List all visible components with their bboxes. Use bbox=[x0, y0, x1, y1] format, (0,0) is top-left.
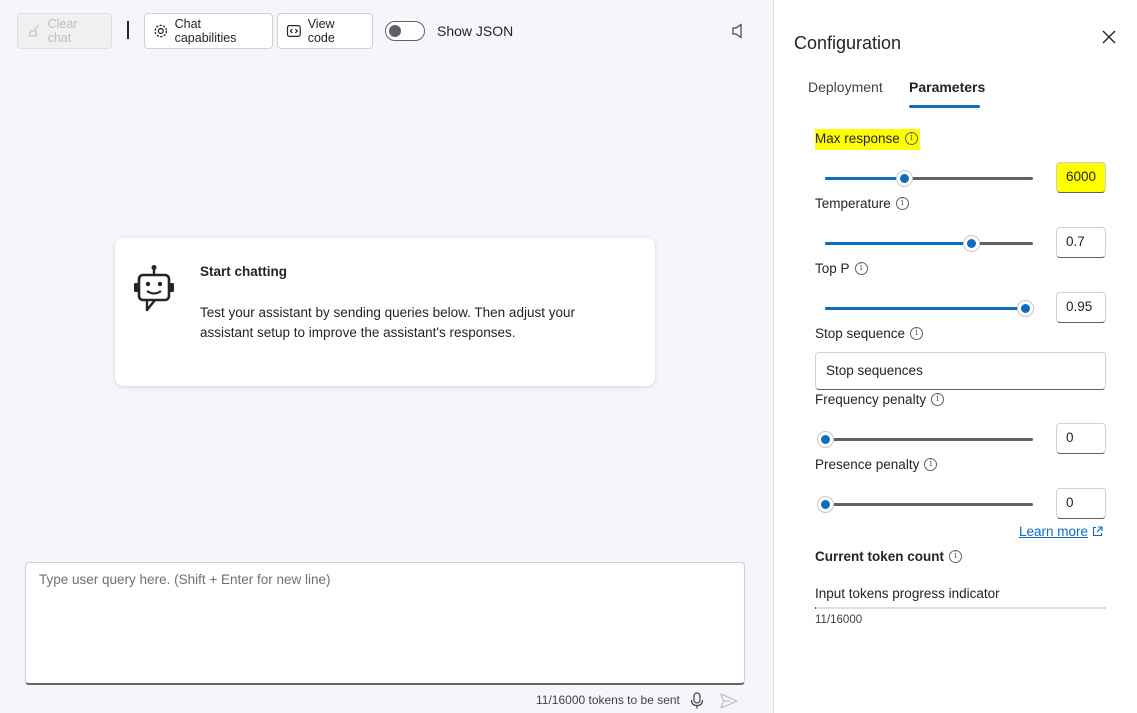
info-icon[interactable]: i bbox=[854, 262, 868, 275]
stop-sequence-label: Stop sequence i bbox=[815, 326, 924, 341]
temperature-label: Temperature i bbox=[815, 196, 909, 211]
top-p-label: Top P i bbox=[815, 261, 868, 276]
token-count-title: Current token count i bbox=[815, 549, 963, 564]
info-icon[interactable]: i bbox=[910, 327, 924, 340]
show-json-label: Show JSON bbox=[437, 23, 514, 39]
learn-more-text: Learn more bbox=[1019, 524, 1089, 539]
temperature-text: Temperature bbox=[815, 196, 891, 211]
speaker-icon[interactable] bbox=[731, 23, 745, 39]
card-title: Start chatting bbox=[200, 264, 288, 279]
tokens-to-send-status: 11/16000 tokens to be sent bbox=[536, 693, 680, 707]
toolbar-divider bbox=[127, 21, 129, 39]
slider-thumb[interactable] bbox=[896, 170, 914, 187]
token-progress-bar bbox=[815, 607, 1106, 609]
chat-capabilities-label: Chat capabilities bbox=[174, 17, 237, 45]
info-icon[interactable]: i bbox=[931, 393, 945, 406]
slider-fill bbox=[825, 307, 1025, 310]
stop-sequence-text: Stop sequence bbox=[815, 326, 906, 341]
slider-thumb[interactable] bbox=[817, 496, 834, 513]
code-icon bbox=[286, 25, 301, 37]
temperature-slider[interactable] bbox=[825, 233, 1033, 253]
show-json-toggle[interactable] bbox=[385, 21, 425, 41]
slider-track bbox=[825, 438, 1033, 441]
info-icon[interactable]: i bbox=[895, 197, 909, 210]
presence-penalty-value[interactable]: 0 bbox=[1056, 488, 1106, 519]
presence-penalty-text: Presence penalty bbox=[815, 457, 920, 472]
configuration-panel: Configuration Deployment Parameters Max … bbox=[773, 0, 1137, 713]
close-icon[interactable] bbox=[1102, 30, 1116, 44]
clear-chat-label: Clear chat bbox=[47, 17, 78, 45]
top-p-value[interactable]: 0.95 bbox=[1056, 292, 1106, 323]
panel-title: Configuration bbox=[794, 33, 902, 53]
temperature-value[interactable]: 0.7 bbox=[1056, 227, 1106, 258]
learn-more-link[interactable]: Learn more bbox=[1019, 524, 1103, 539]
token-count-value: 11/16000 bbox=[815, 614, 863, 626]
max-response-text: Max response bbox=[815, 131, 900, 146]
external-link-icon bbox=[1092, 526, 1103, 537]
user-query-input[interactable] bbox=[25, 562, 745, 685]
card-description: Test your assistant by sending queries b… bbox=[200, 305, 575, 340]
progress-fill bbox=[815, 607, 816, 609]
frequency-penalty-label: Frequency penalty i bbox=[815, 392, 945, 407]
tab-deployment-label: Deployment bbox=[808, 79, 883, 95]
max-response-label: Max response i bbox=[815, 129, 920, 150]
active-tab-indicator bbox=[909, 105, 980, 108]
frequency-penalty-value[interactable]: 0 bbox=[1056, 423, 1106, 454]
slider-thumb[interactable] bbox=[817, 431, 834, 448]
max-response-slider[interactable] bbox=[825, 168, 1033, 188]
microphone-icon[interactable] bbox=[690, 692, 704, 709]
view-code-label: View code bbox=[307, 17, 335, 45]
chat-playground: Clear chat Chat capabilities View code S… bbox=[0, 0, 773, 713]
token-count-text: Current token count bbox=[815, 549, 945, 564]
presence-penalty-label: Presence penalty i bbox=[815, 457, 938, 472]
chat-bot-icon bbox=[134, 265, 174, 312]
info-icon[interactable]: i bbox=[904, 132, 918, 145]
chat-capabilities-button[interactable]: Chat capabilities bbox=[144, 13, 273, 49]
clear-chat-button[interactable]: Clear chat bbox=[17, 13, 112, 49]
start-chatting-card: Start chatting Test your assistant by se… bbox=[115, 238, 655, 386]
gear-icon bbox=[154, 24, 168, 38]
slider-thumb[interactable] bbox=[962, 235, 980, 252]
tab-parameters-label: Parameters bbox=[909, 79, 986, 95]
top-p-text: Top P bbox=[815, 261, 850, 276]
top-p-slider[interactable] bbox=[825, 298, 1034, 318]
tab-parameters[interactable]: Parameters bbox=[909, 79, 986, 108]
stop-sequence-input[interactable]: Stop sequences bbox=[815, 352, 1106, 390]
progress-label: Input tokens progress indicator bbox=[815, 586, 1000, 601]
info-icon[interactable]: i bbox=[924, 458, 938, 471]
frequency-penalty-text: Frequency penalty bbox=[815, 392, 927, 407]
send-icon[interactable] bbox=[720, 693, 738, 709]
slider-track bbox=[825, 503, 1033, 506]
presence-penalty-slider[interactable] bbox=[817, 494, 1033, 514]
slider-fill bbox=[825, 242, 971, 245]
broom-icon bbox=[27, 24, 40, 37]
info-icon[interactable]: i bbox=[949, 550, 963, 563]
max-response-value[interactable]: 6000 bbox=[1056, 162, 1106, 193]
tab-deployment[interactable]: Deployment bbox=[808, 79, 883, 95]
frequency-penalty-slider[interactable] bbox=[817, 429, 1033, 449]
slider-thumb[interactable] bbox=[1016, 300, 1034, 317]
slider-fill bbox=[825, 177, 905, 180]
toggle-knob bbox=[389, 25, 401, 37]
view-code-button[interactable]: View code bbox=[277, 13, 373, 49]
